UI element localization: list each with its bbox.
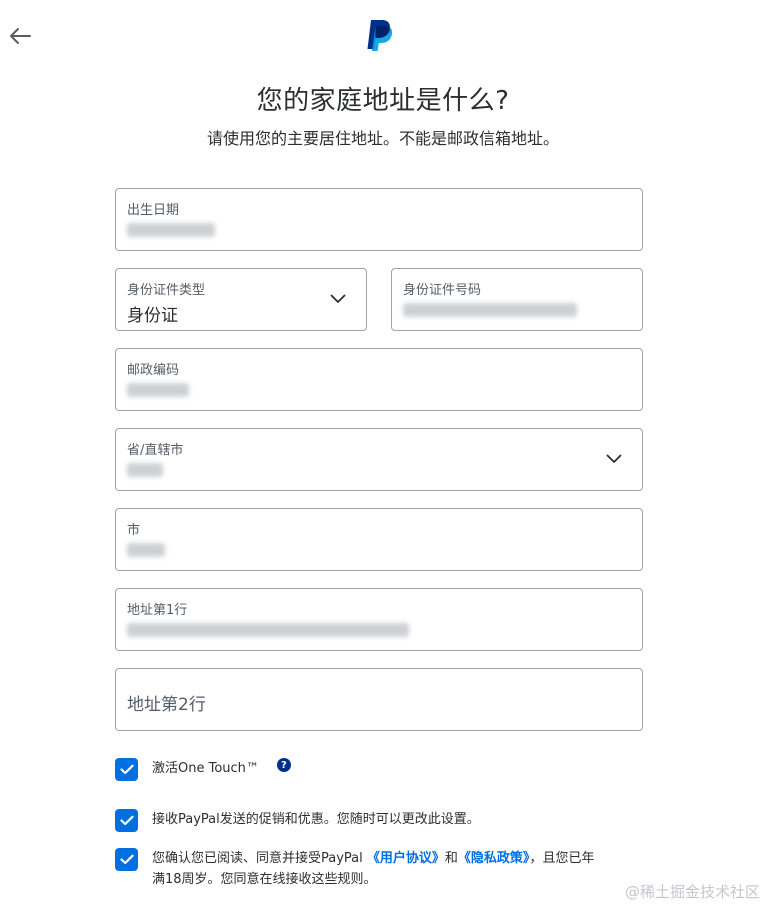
address-line2-field[interactable]: 地址第2行 (115, 668, 643, 731)
agreement-suffix-1: ，且您已年 (529, 851, 595, 866)
one-touch-checkbox[interactable] (115, 758, 138, 781)
id-number-field[interactable]: 身份证件号码 (391, 268, 643, 331)
address-line1-label: 地址第1行 (127, 603, 188, 618)
one-touch-row: 激活One Touch™? (115, 758, 291, 781)
paypal-logo (367, 20, 393, 51)
chevron-down-icon (330, 294, 346, 303)
marketing-row: 接收PayPal发送的促销和优惠。您随时可以更改此设置。 (115, 809, 480, 832)
postal-code-redacted-value (127, 383, 189, 397)
marketing-checkbox[interactable] (115, 809, 138, 832)
arrow-left-icon (10, 28, 31, 44)
address-line1-redacted-value (127, 623, 409, 637)
privacy-policy-link[interactable]: 《隐私政策》 (458, 851, 530, 866)
agreement-and: 和 (444, 851, 458, 866)
postal-code-field[interactable]: 邮政编码 (115, 348, 643, 411)
agreement-text: 您确认您已阅读、同意并接受PayPal 《用户协议》和《隐私政策》，且您已年满1… (152, 848, 652, 890)
address-line2-placeholder: 地址第2行 (127, 695, 206, 715)
back-button[interactable] (6, 22, 34, 50)
watermark: @稀土掘金技术社区 (624, 883, 760, 901)
dob-redacted-value (127, 223, 215, 237)
dob-field[interactable]: 出生日期 (115, 188, 643, 251)
city-field[interactable]: 市 (115, 508, 643, 571)
province-label: 省/直辖市 (127, 443, 184, 458)
id-number-redacted-value (403, 303, 577, 317)
postal-code-label: 邮政编码 (127, 363, 180, 378)
id-type-value: 身份证 (127, 306, 178, 326)
chevron-down-icon (606, 454, 622, 463)
checkmark-icon (119, 764, 134, 775)
id-type-select[interactable]: 身份证件类型 身份证 (115, 268, 367, 331)
one-touch-label: 激活One Touch™ (152, 761, 259, 776)
checkmark-icon (119, 815, 134, 826)
city-redacted-value (127, 543, 165, 557)
page-subtitle: 请使用您的主要居住地址。不能是邮政信箱地址。 (206, 129, 559, 148)
checkmark-icon (119, 854, 134, 865)
question-circle-icon[interactable]: ? (276, 758, 291, 772)
page-title: 您的家庭地址是什么? (256, 86, 510, 116)
city-label: 市 (127, 523, 141, 538)
province-redacted-value (127, 463, 163, 477)
page: 您的家庭地址是什么? 请使用您的主要居住地址。不能是邮政信箱地址。 出生日期 身… (0, 0, 766, 906)
address-line1-field[interactable]: 地址第1行 (115, 588, 643, 651)
id-type-label: 身份证件类型 (127, 283, 206, 298)
marketing-label: 接收PayPal发送的促销和优惠。您随时可以更改此设置。 (152, 812, 480, 827)
agreement-suffix-2: 满18周岁。您同意在线接收这些规则。 (152, 872, 377, 887)
user-agreement-link[interactable]: 《用户协议》 (367, 851, 445, 866)
agreement-row: 您确认您已阅读、同意并接受PayPal 《用户协议》和《隐私政策》，且您已年满1… (115, 848, 652, 890)
one-touch-label-wrap: 激活One Touch™? (152, 758, 291, 779)
province-select[interactable]: 省/直辖市 (115, 428, 643, 491)
agreement-prefix: 您确认您已阅读、同意并接受PayPal (152, 851, 367, 866)
dob-label: 出生日期 (127, 203, 180, 218)
id-number-label: 身份证件号码 (403, 283, 482, 298)
agreement-checkbox[interactable] (115, 848, 138, 871)
